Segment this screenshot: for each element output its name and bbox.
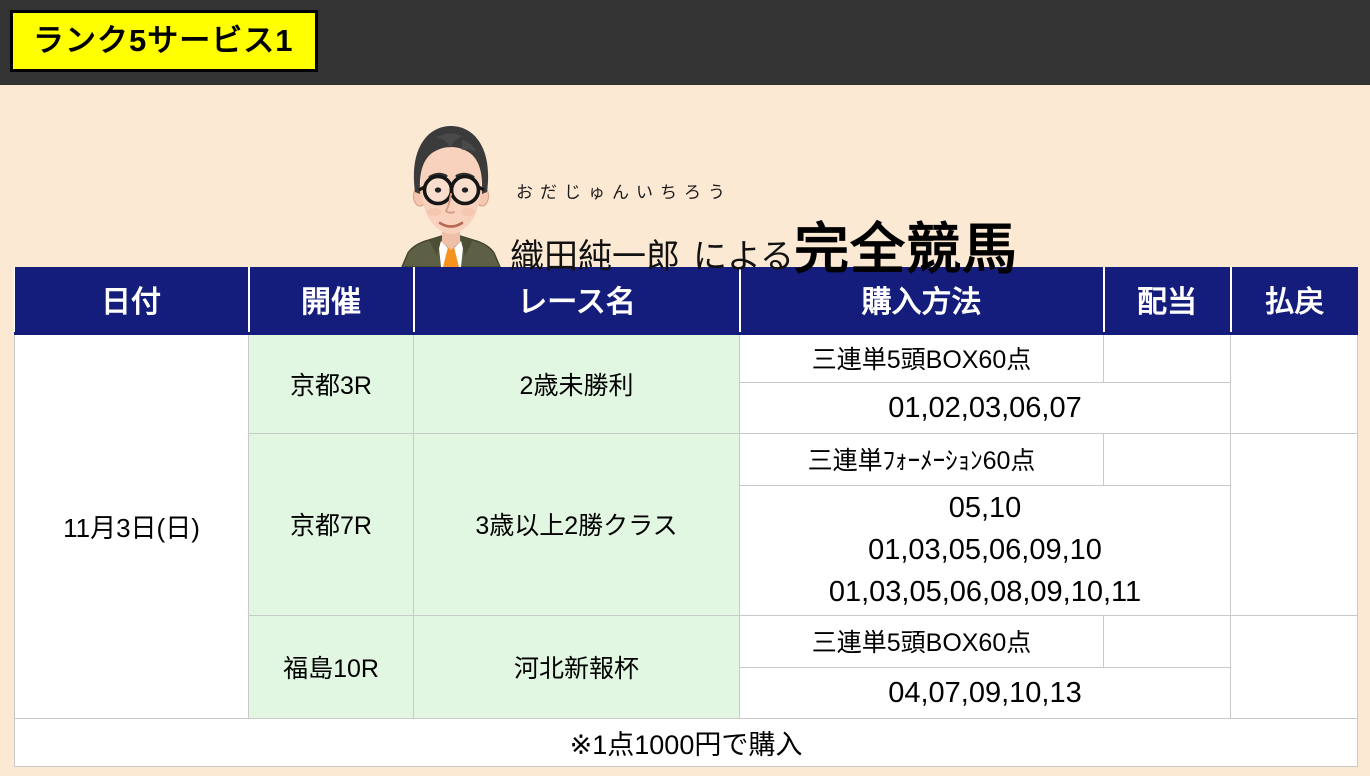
banner-title-group: おだじゅんいちろう 織田純一郎による完全競馬 bbox=[510, 178, 1018, 284]
col-header-date: 日付 bbox=[15, 267, 249, 333]
banner: おだじゅんいちろう 織田純一郎による完全競馬 bbox=[0, 85, 1370, 267]
dividend-cell bbox=[1104, 433, 1231, 485]
venue-cell: 京都3R bbox=[249, 333, 414, 433]
page-title: 完全競馬 bbox=[794, 218, 1018, 280]
footnote: ※1点1000円で購入 bbox=[15, 718, 1358, 766]
payout-cell bbox=[1231, 333, 1358, 433]
number-line: 01,02,03,06,07 bbox=[740, 387, 1230, 429]
purchase-method-cell: 三連単5頭BOX60点 bbox=[740, 615, 1104, 667]
author-name: 織田純一郎 bbox=[510, 238, 680, 276]
numbers-cell: 04,07,09,10,13 bbox=[740, 667, 1231, 718]
banner-title-line: 織田純一郎による完全競馬 bbox=[510, 204, 1018, 284]
race-name-cell: 2歳未勝利 bbox=[414, 333, 740, 433]
date-cell: 11月3日(日) bbox=[15, 333, 249, 718]
payout-cell bbox=[1231, 433, 1358, 615]
purchase-method-cell: 三連単ﾌｫｰﾒｰｼｮﾝ60点 bbox=[740, 433, 1104, 485]
race-name-cell: 河北新報杯 bbox=[414, 615, 740, 718]
number-line: 05,10 bbox=[740, 487, 1230, 529]
number-line: 01,03,05,06,09,10 bbox=[740, 529, 1230, 571]
author-furigana: おだじゅんいちろう bbox=[516, 178, 1018, 203]
table-row: 11月3日(日) 京都3R 2歳未勝利 三連単5頭BOX60点 bbox=[15, 333, 1358, 382]
number-line: 04,07,09,10,13 bbox=[740, 672, 1230, 714]
purchase-method-cell: 三連単5頭BOX60点 bbox=[740, 333, 1104, 382]
title-connector: による bbox=[693, 238, 794, 276]
top-bar: ランク5サービス1 bbox=[0, 0, 1370, 85]
number-line: 01,03,05,06,08,09,10,11 bbox=[740, 571, 1230, 613]
col-header-dividend: 配当 bbox=[1104, 267, 1231, 333]
rank-badge: ランク5サービス1 bbox=[10, 10, 318, 72]
dividend-cell bbox=[1104, 615, 1231, 667]
author-avatar bbox=[396, 120, 506, 267]
numbers-cell: 01,02,03,06,07 bbox=[740, 382, 1231, 433]
col-header-venue: 開催 bbox=[249, 267, 414, 333]
race-name-cell: 3歳以上2勝クラス bbox=[414, 433, 740, 615]
dividend-cell bbox=[1104, 333, 1231, 382]
numbers-cell: 05,10 01,03,05,06,09,10 01,03,05,06,08,0… bbox=[740, 485, 1231, 615]
venue-cell: 京都7R bbox=[249, 433, 414, 615]
payout-cell bbox=[1231, 615, 1358, 718]
col-header-payout: 払戻 bbox=[1231, 267, 1358, 333]
footnote-row: ※1点1000円で購入 bbox=[15, 718, 1358, 766]
venue-cell: 福島10R bbox=[249, 615, 414, 718]
page: ランク5サービス1 bbox=[0, 0, 1370, 776]
race-table: 日付 開催 レース名 購入方法 配当 払戻 11月3日(日) 京都3R 2歳未勝… bbox=[14, 267, 1358, 767]
